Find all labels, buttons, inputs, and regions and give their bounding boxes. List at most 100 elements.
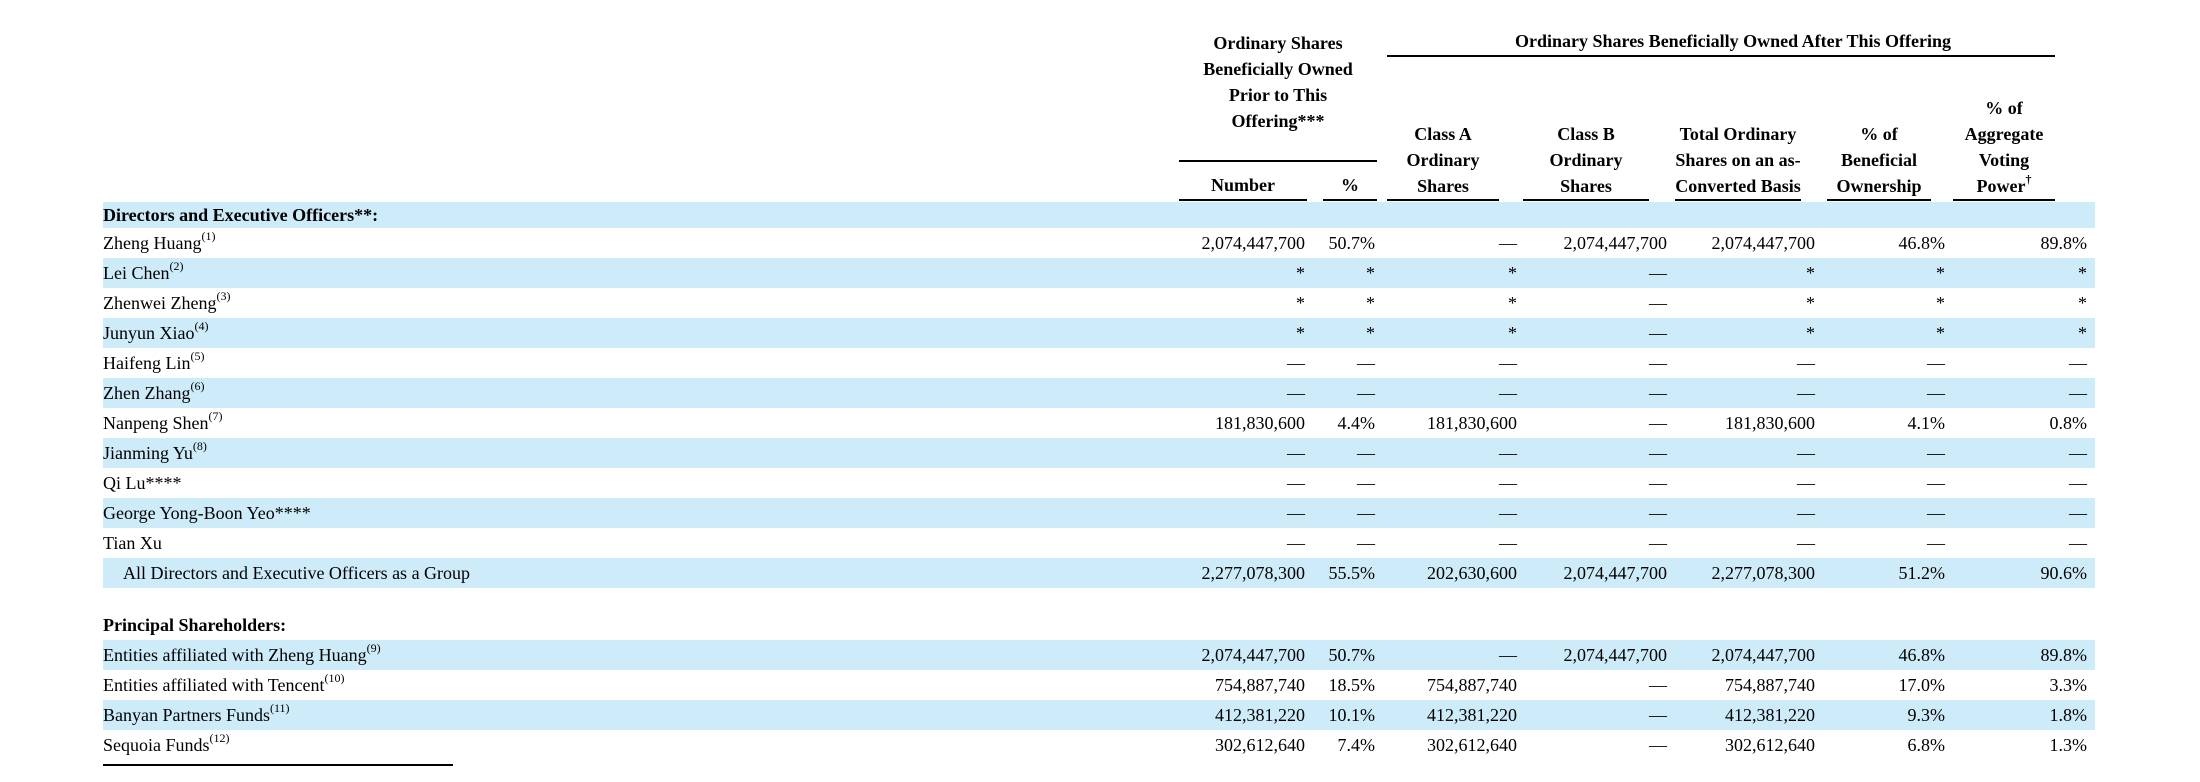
row-label-text: Entities affiliated with Zheng Huang: [103, 645, 367, 665]
director-name: Qi Lu****: [103, 468, 1173, 498]
percent-cell: [1313, 588, 1383, 610]
row-label-text: All Directors and Executive Officers as …: [123, 563, 471, 583]
voting-power-column-header: % of Aggregate Voting Power†: [1953, 95, 2055, 199]
table-row: Directors and Executive Officers**:: [103, 202, 2095, 228]
total-shares-cell: 302,612,640: [1725, 735, 1815, 755]
number-cell: 302,612,640: [1215, 735, 1305, 755]
class-a-cell: *: [1508, 293, 1517, 313]
footnote-ref: (10): [324, 671, 345, 685]
percent-cell: —: [1313, 378, 1383, 408]
total-shares-cell: 2,277,078,300: [1671, 558, 1823, 588]
total-shares-cell: *: [1671, 258, 1823, 288]
percent-cell: —: [1313, 498, 1383, 528]
beneficial-ownership-column-header-label: % of Beneficial Ownership: [1836, 124, 1922, 196]
beneficial-pct-cell: 9.3%: [1823, 700, 1953, 730]
prior-offering-rule: [1179, 160, 1377, 162]
percent-cell: [1313, 202, 1383, 228]
table-row: Lei Chen(2) * * * — * * *: [103, 258, 2095, 288]
percent-cell: 7.4%: [1337, 735, 1376, 755]
class-b-cell: [1519, 588, 1671, 610]
beneficial-pct-cell: *: [1823, 258, 1953, 288]
table-row: Junyun Xiao(4) * * * — * * *: [103, 318, 2095, 348]
after-offering-group-header: Ordinary Shares Beneficially Owned After…: [1383, 0, 2095, 202]
percent-cell: 55.5%: [1313, 558, 1383, 588]
table-row: Jianming Yu(8) — — — — — — —: [103, 438, 2095, 468]
class-b-cell: —: [1519, 258, 1671, 288]
class-a-cell: 412,381,220: [1383, 700, 1519, 730]
row-label-text: Lei Chen: [103, 263, 170, 283]
class-a-cell: —: [1499, 353, 1517, 373]
voting-pct-cell: —: [1953, 438, 2095, 468]
voting-pct-cell: 3.3%: [2049, 675, 2088, 695]
after-offering-group-label: Ordinary Shares Beneficially Owned After…: [1515, 31, 1951, 51]
class-a-cell: 181,830,600: [1427, 413, 1517, 433]
number-cell: [1173, 588, 1313, 610]
row-label-text: Zheng Huang: [103, 233, 202, 253]
shareholder-name: Entities affiliated with Tencent(10): [103, 670, 1173, 700]
class-a-cell: *: [1383, 318, 1519, 348]
voting-pct-cell: 1.8%: [1953, 700, 2095, 730]
footnote-ref: (6): [190, 379, 205, 393]
number-cell: 2,277,078,300: [1173, 558, 1313, 588]
shareholder-name: Sequoia Funds(12): [103, 730, 1173, 760]
table-row: Haifeng Lin(5) — — — — — — —: [103, 348, 2095, 378]
class-b-cell: 2,074,447,700: [1519, 558, 1671, 588]
class-b-cell: —: [1519, 318, 1671, 348]
number-cell: [1173, 202, 1313, 228]
beneficial-pct-cell: 17.0%: [1898, 675, 1946, 695]
director-name: Nanpeng Shen(7): [103, 408, 1173, 438]
beneficial-pct-cell: —: [1823, 438, 1953, 468]
footnote-ref: (7): [208, 409, 223, 423]
table-header: Ordinary Shares Beneficially Owned Prior…: [103, 0, 2095, 202]
percent-cell: [1313, 610, 1383, 640]
table-row: Zhenwei Zheng(3) * * * — * * *: [103, 288, 2095, 318]
beneficial-pct-cell: [1823, 610, 1953, 640]
beneficial-pct-cell: 46.8%: [1898, 233, 1946, 253]
total-shares-column-header-rule: [1675, 199, 1801, 201]
number-column-header: Number: [1211, 175, 1275, 195]
class-b-cell: —: [1649, 353, 1667, 373]
total-shares-cell: *: [1806, 293, 1815, 313]
prior-offering-group-label: Ordinary Shares Beneficially Owned Prior…: [1203, 33, 1353, 131]
number-cell: *: [1173, 258, 1313, 288]
voting-power-column-header-rule: [1953, 199, 2055, 201]
beneficial-ownership-table: Ordinary Shares Beneficially Owned Prior…: [103, 0, 2095, 760]
total-shares-cell: 181,830,600: [1725, 413, 1815, 433]
beneficial-pct-cell: [1823, 202, 1953, 228]
row-label-text: Nanpeng Shen: [103, 413, 209, 433]
total-shares-cell: 412,381,220: [1671, 700, 1823, 730]
percent-header-rule: [1323, 199, 1377, 201]
class-b-column-header-label: Class B Ordinary Shares: [1549, 124, 1623, 196]
table-row: Entities affiliated with Tencent(10) 754,…: [103, 670, 2095, 700]
class-b-cell: —: [1519, 378, 1671, 408]
class-a-cell: —: [1499, 233, 1517, 253]
class-a-cell: —: [1383, 640, 1519, 670]
table-row: Sequoia Funds(12) 302,612,640 7.4% 302,612,…: [103, 730, 2095, 760]
class-a-cell: —: [1383, 438, 1519, 468]
class-b-cell: —: [1649, 473, 1667, 493]
percent-column-header: %: [1341, 175, 1359, 195]
row-label-text: Tian Xu: [103, 533, 162, 553]
footnote-ref: (9): [366, 641, 381, 655]
percent-cell: —: [1357, 533, 1375, 553]
table-row: Qi Lu**** — — — — — — —: [103, 468, 2095, 498]
beneficial-ownership-column-header: % of Beneficial Ownership: [1827, 121, 1931, 199]
total-shares-cell: —: [1671, 378, 1823, 408]
voting-pct-cell: —: [2069, 353, 2087, 373]
voting-pct-cell: *: [1953, 258, 2095, 288]
voting-pct-cell: [1953, 202, 2095, 228]
number-cell: 2,074,447,700: [1173, 640, 1313, 670]
row-label-text: Sequoia Funds: [103, 735, 210, 755]
shareholder-name: Entities affiliated with Zheng Huang(9): [103, 640, 1173, 670]
director-name: Jianming Yu(8): [103, 438, 1173, 468]
row-label-text: Directors and Executive Officers**:: [103, 205, 379, 225]
beneficial-pct-cell: *: [1823, 318, 1953, 348]
voting-pct-cell: —: [2069, 533, 2087, 553]
ownership-table: Ordinary Shares Beneficially Owned Prior…: [103, 0, 2095, 760]
total-shares-cell: 2,074,447,700: [1711, 233, 1816, 253]
row-label-text: Qi Lu****: [103, 473, 182, 493]
voting-pct-cell: [1953, 610, 2095, 640]
table-row: Principal Shareholders:: [103, 610, 2095, 640]
class-a-cell: —: [1499, 533, 1517, 553]
class-b-cell: —: [1649, 533, 1667, 553]
